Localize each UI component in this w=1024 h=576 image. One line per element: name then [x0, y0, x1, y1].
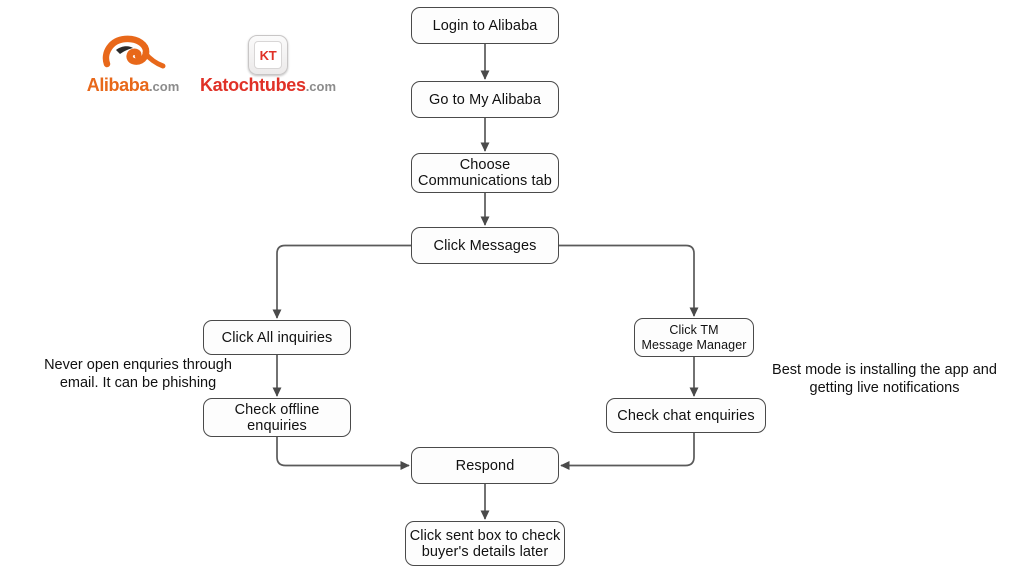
flowchart-canvas: Login to Alibaba Go to My Alibaba Choose… — [0, 0, 1024, 576]
alibaba-name: Alibaba — [86, 75, 150, 95]
alibaba-swirl-icon — [72, 33, 194, 75]
katochtubes-logo: KT Katochtubes.com — [194, 33, 342, 96]
katochtubes-wordmark: Katochtubes.com — [194, 76, 342, 96]
node-respond[interactable]: Respond — [411, 447, 559, 484]
alibaba-wordmark: Alibaba.com — [72, 76, 194, 96]
node-login-to-alibaba[interactable]: Login to Alibaba — [411, 7, 559, 44]
node-go-to-my-alibaba[interactable]: Go to My Alibaba — [411, 81, 559, 118]
edge-messages-to-tm-message-manager — [559, 244, 699, 317]
node-choose-communications-tab[interactable]: Choose Communications tab — [411, 153, 559, 193]
node-click-all-inquiries[interactable]: Click All inquiries — [203, 320, 351, 355]
edge-messages-to-all-inquiries — [272, 244, 411, 319]
katochtubes-name: Katochtubes — [199, 75, 306, 95]
kt-key-outer: KT — [248, 35, 288, 75]
alibaba-tld: .com — [148, 79, 180, 94]
kt-key-label: KT — [254, 41, 282, 69]
alibaba-logo: Alibaba.com — [72, 33, 194, 96]
branding-bar: Alibaba.com KT Katochtubes.com — [72, 33, 342, 105]
node-click-sent-box[interactable]: Click sent box to check buyer's details … — [405, 521, 565, 566]
katochtubes-tld: .com — [305, 79, 337, 94]
note-app-recommendation: Best mode is installing the app and gett… — [772, 362, 997, 396]
node-click-messages[interactable]: Click Messages — [411, 227, 559, 264]
node-check-chat-enquiries[interactable]: Check chat enquiries — [606, 398, 766, 433]
edge-offline-enquiries-to-respond — [276, 437, 410, 470]
edge-chat-enquiries-to-respond — [560, 433, 695, 470]
kt-keycap-icon: KT — [194, 33, 342, 75]
note-phishing-warning: Never open enquries through email. It ca… — [44, 357, 232, 391]
node-check-offline-enquiries[interactable]: Check offline enquiries — [203, 398, 351, 437]
node-click-tm-message-manager[interactable]: Click TM Message Manager — [634, 318, 754, 357]
